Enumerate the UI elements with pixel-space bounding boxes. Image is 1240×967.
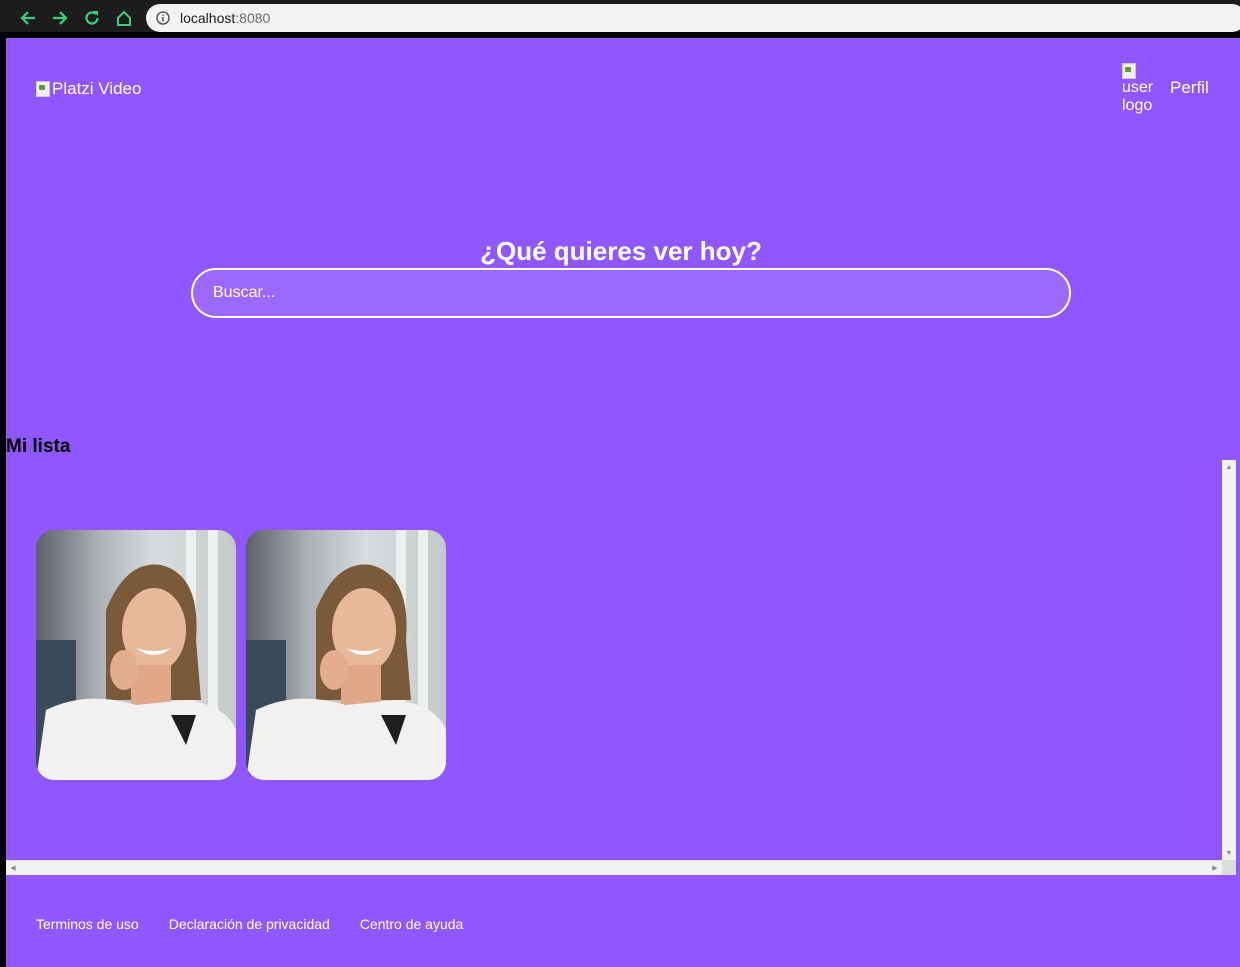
info-icon[interactable] <box>156 11 170 25</box>
section-title-my-list: Mi lista <box>6 436 71 457</box>
footer-link-terms[interactable]: Terminos de uso <box>36 916 139 932</box>
woman-smiling-phone-photo <box>246 530 446 780</box>
my-list-carousel[interactable]: ▲ ▼ ◀ ▶ <box>6 460 1240 898</box>
forward-icon[interactable] <box>49 7 71 29</box>
url-text: localhost:8080 <box>180 10 271 26</box>
browser-toolbar: localhost:8080 <box>0 0 1240 38</box>
page: Platzi Video user logo Perfil ¿Qué quier… <box>6 38 1240 967</box>
scrollbar-corner <box>1222 860 1236 875</box>
search-input[interactable] <box>191 268 1071 318</box>
footer: Terminos de uso Declaración de privacida… <box>36 916 463 932</box>
scroll-right-icon[interactable]: ▶ <box>1208 861 1222 875</box>
broken-image-icon <box>1122 63 1136 79</box>
user-logo[interactable]: user logo <box>1122 63 1158 115</box>
address-bar[interactable]: localhost:8080 <box>146 4 1240 32</box>
profile-link[interactable]: Perfil <box>1170 78 1209 98</box>
scroll-up-icon[interactable]: ▲ <box>1222 460 1236 474</box>
carousel-item[interactable] <box>246 530 446 780</box>
footer-link-privacy[interactable]: Declaración de privacidad <box>169 916 330 932</box>
woman-smiling-phone-photo <box>36 530 236 780</box>
reload-icon[interactable] <box>81 7 103 29</box>
header: Platzi Video user logo Perfil <box>6 38 1240 138</box>
hero-title: ¿Qué quieres ver hoy? <box>480 236 762 266</box>
back-icon[interactable] <box>17 7 39 29</box>
carousel-item[interactable] <box>36 530 236 780</box>
logo-alt-text: Platzi Video <box>52 79 142 98</box>
platzi-video-logo[interactable]: Platzi Video <box>36 79 141 99</box>
home-icon[interactable] <box>113 7 135 29</box>
broken-image-icon <box>36 81 50 97</box>
scroll-down-icon[interactable]: ▼ <box>1222 846 1236 860</box>
horizontal-scrollbar[interactable]: ◀ ▶ <box>6 860 1222 875</box>
scroll-left-icon[interactable]: ◀ <box>6 861 20 875</box>
vertical-scrollbar[interactable]: ▲ ▼ <box>1222 460 1236 860</box>
user-logo-alt-text: user logo <box>1122 79 1154 114</box>
footer-link-help[interactable]: Centro de ayuda <box>360 916 464 932</box>
